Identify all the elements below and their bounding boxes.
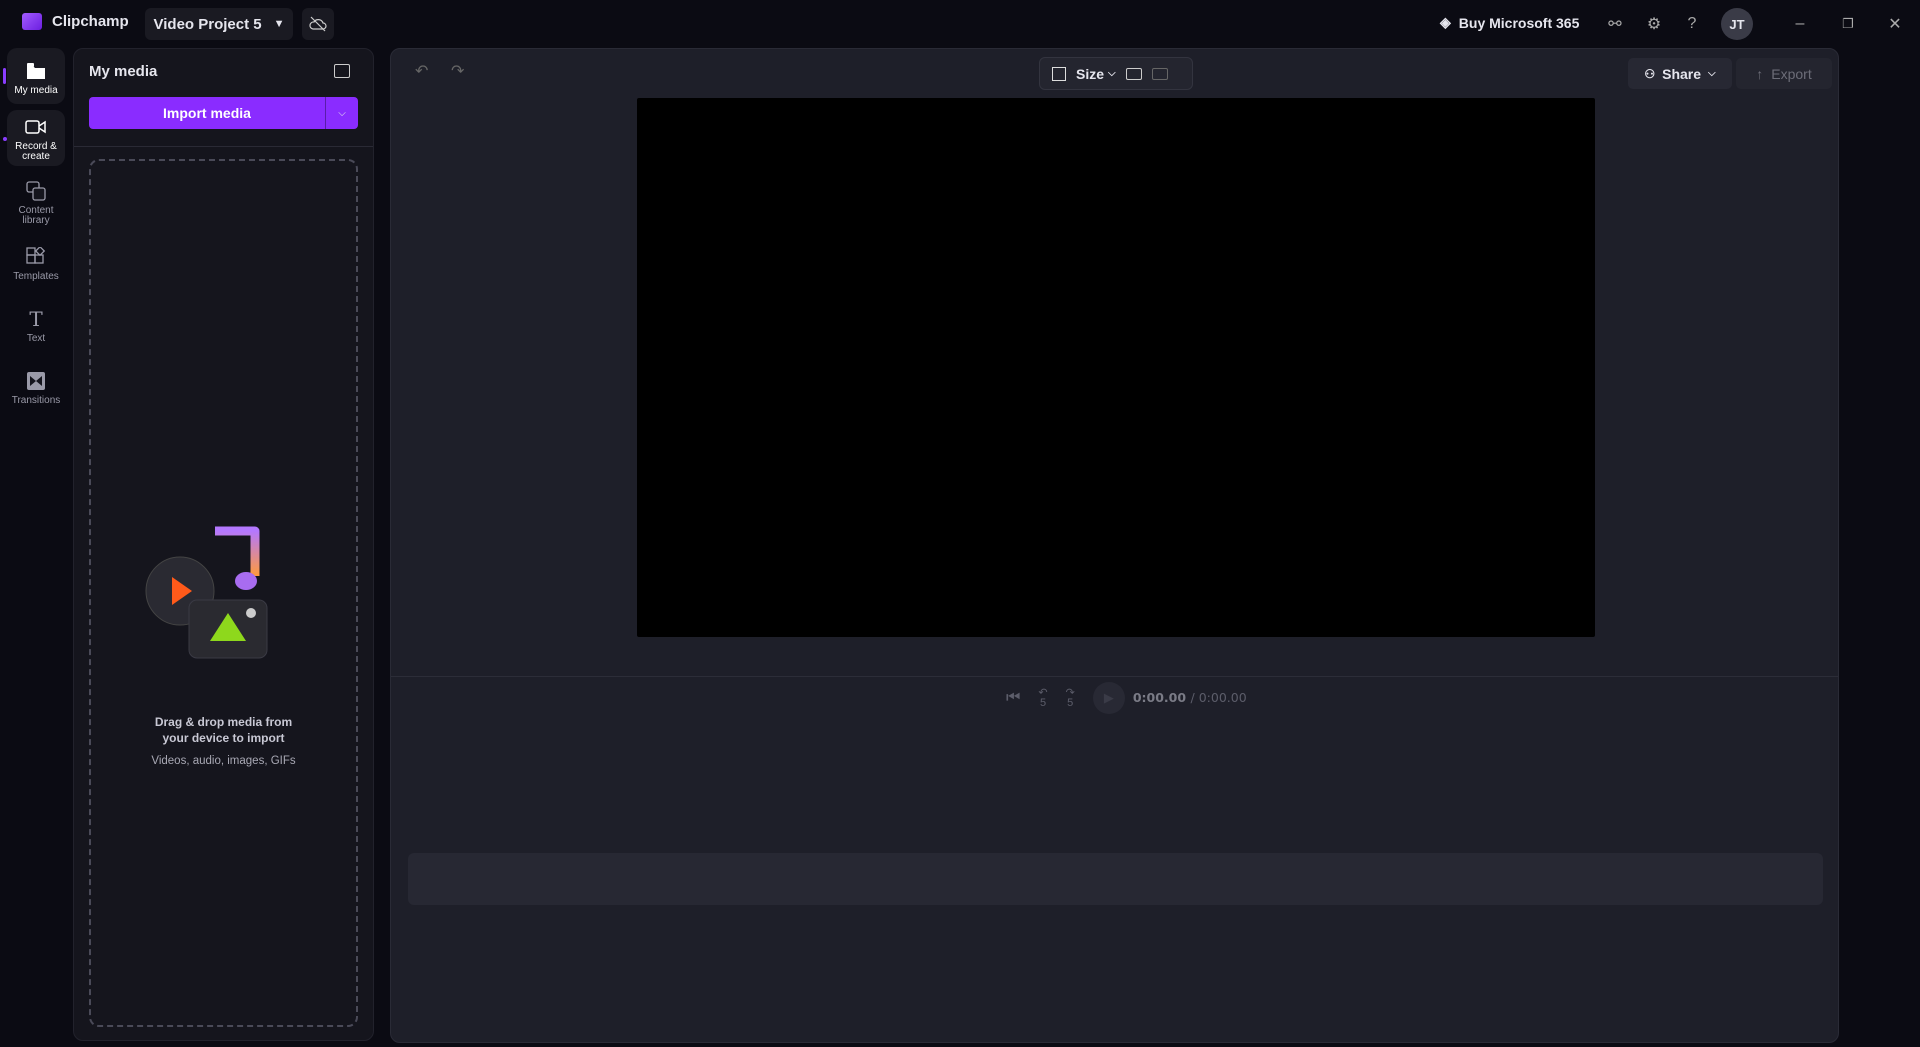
play-icon: ▶ [1103, 690, 1114, 705]
forward-5-icon[interactable]: ↷ 5 [1066, 688, 1075, 709]
rail-item-content-library[interactable]: Content library [7, 178, 65, 234]
gear-icon[interactable]: ⚙ [1642, 12, 1666, 36]
text-icon: T [29, 307, 43, 331]
redo-icon[interactable]: ↷ [451, 61, 475, 85]
rewind-seconds: 5 [1039, 697, 1047, 709]
upload-icon: ↑ [1756, 65, 1764, 82]
connect-icon[interactable]: ⚯ [1603, 12, 1627, 36]
cloud-sync-button[interactable] [302, 8, 334, 40]
panel-title: My media [89, 63, 158, 80]
drop-zone[interactable]: Drag & drop media from your device to im… [89, 159, 358, 1027]
buy-label: Buy Microsoft 365 [1458, 14, 1580, 31]
total-time: / 0:00.00 [1190, 690, 1247, 705]
media-panel: My media Import media ⌵ Drag & drop medi… [73, 48, 374, 1041]
restore-icon[interactable]: ❐ [1836, 12, 1860, 36]
close-icon[interactable]: ✕ [1883, 12, 1907, 36]
drop-subtitle: Videos, audio, images, GIFs [151, 755, 296, 767]
import-media-button[interactable]: Import media [89, 97, 326, 129]
captions-icon[interactable] [1151, 67, 1168, 80]
import-options-dropdown[interactable]: ⌵ [326, 97, 358, 129]
share-button[interactable]: ⚇ Share ⌵ [1628, 58, 1732, 89]
skip-to-start-icon[interactable]: ⏮ [1006, 689, 1020, 707]
divider [391, 676, 1838, 677]
people-icon: ⚇ [1644, 66, 1656, 81]
minimize-icon[interactable]: – [1788, 12, 1812, 36]
undo-icon[interactable]: ↶ [415, 61, 439, 85]
rail-label: Content library [18, 205, 54, 226]
avatar[interactable]: JT [1721, 8, 1753, 40]
chevron-down-icon: ⌵ [1708, 68, 1716, 79]
rail-item-templates[interactable]: Templates [7, 246, 65, 296]
rail-label: My media [14, 85, 58, 96]
rail-item-my-media[interactable]: My media [7, 48, 65, 104]
share-label: Share [1662, 65, 1702, 82]
drop-title: Drag & drop media from your device to im… [154, 715, 293, 745]
rail-label: Templates [13, 271, 59, 282]
transitions-icon [25, 370, 47, 392]
rewind-5-icon[interactable]: ↶ 5 [1038, 688, 1047, 709]
export-button[interactable]: ↑ Export [1736, 58, 1832, 89]
rail-item-record-create[interactable]: Record & create [7, 110, 65, 166]
rail-label: Record & create [15, 141, 57, 162]
active-indicator [3, 68, 6, 84]
templates-icon [25, 246, 47, 268]
library-icon [25, 180, 47, 202]
clipchamp-logo-icon [22, 13, 42, 30]
caret-down-icon: ▼ [273, 18, 285, 30]
chevron-down-icon: ⌵ [338, 107, 346, 119]
video-preview[interactable] [637, 98, 1595, 637]
editor-panel: ↶ ↷ Size ⌵ ⚇ Share ⌵ ↑ Export ⏮ ↶ 5 ↷ 5 ▶ … [390, 48, 1839, 1043]
app-logo: Clipchamp [22, 13, 129, 30]
collapse-panel-icon[interactable] [334, 64, 350, 78]
diamond-icon: ◈ [1440, 14, 1451, 30]
resize-icon [1052, 66, 1066, 81]
title-bar: Clipchamp Video Project 5 ▼ ◈ Buy Micros… [0, 0, 1920, 48]
preview-toolbar: Size ⌵ [1039, 57, 1193, 90]
project-title: Video Project 5 [153, 15, 262, 33]
media-illustration-icon [145, 526, 268, 659]
export-label: Export [1771, 65, 1812, 82]
size-button[interactable]: Size [1076, 66, 1104, 82]
folder-icon [25, 60, 47, 82]
play-button[interactable]: ▶ [1092, 682, 1125, 714]
current-time: 0:00.00 [1132, 690, 1187, 705]
buy-microsoft-365-button[interactable]: ◈ Buy Microsoft 365 [1440, 14, 1579, 31]
timeline-track[interactable] [408, 853, 1823, 905]
playback-controls: ⏮ ↶ 5 ↷ 5 ▶ 0:00.00 / 0:00.00 [1006, 681, 1247, 715]
import-media-button-group: Import media ⌵ [89, 97, 358, 129]
cloud-off-icon [309, 16, 327, 32]
rail-label: Transitions [11, 395, 61, 406]
divider [74, 146, 373, 147]
background-color-icon[interactable] [1125, 67, 1142, 80]
chevron-down-icon: ⌵ [1108, 68, 1116, 79]
project-title-dropdown[interactable]: Video Project 5 ▼ [145, 8, 293, 40]
app-name: Clipchamp [52, 13, 129, 30]
rail-label: Text [26, 333, 46, 344]
forward-seconds: 5 [1067, 697, 1074, 709]
rail-item-text[interactable]: T Text [7, 308, 65, 358]
camera-icon [25, 116, 47, 138]
rail-item-transitions[interactable]: Transitions [7, 370, 65, 420]
help-icon[interactable]: ? [1680, 12, 1704, 36]
